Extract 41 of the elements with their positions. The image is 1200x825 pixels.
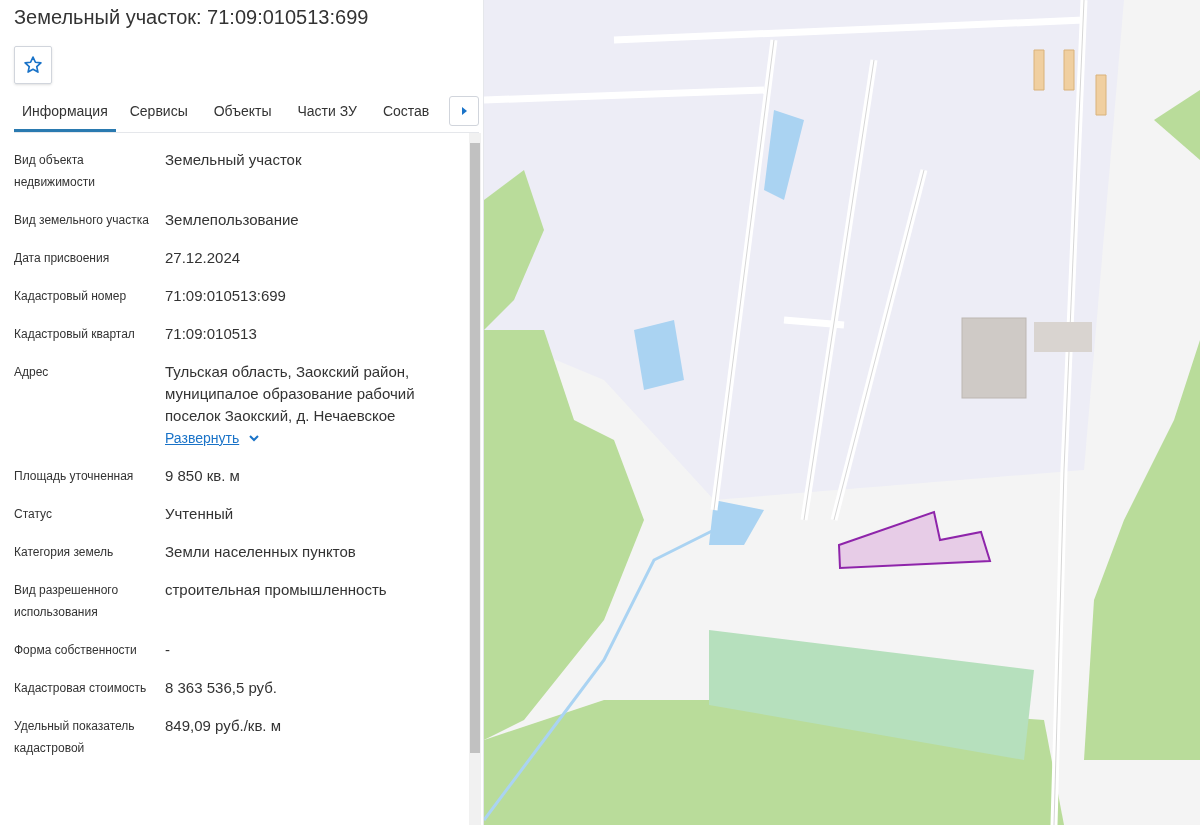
field-label: Кадастровая стоимость (14, 680, 148, 697)
scroll-tabs-button[interactable] (449, 96, 479, 126)
field-value: Тульская область, Заокский район, муниципалое образование рабочий поселок Заокский, д. Нечаевское (165, 362, 416, 426)
field-value: 9 850 кв. м (165, 466, 240, 486)
chevron-down-icon (249, 434, 260, 442)
caret-right-icon (461, 107, 467, 115)
field-label: Удельный показатель кадастровой (14, 718, 136, 757)
expand-link[interactable]: Развернуть (165, 427, 260, 449)
field-value: Землепользование (165, 210, 299, 230)
field-label: Категория земель (14, 544, 115, 561)
field-value: 71:09:010513 (165, 324, 257, 344)
field-value: Учтенный (165, 504, 234, 524)
panel-title: Земельный участок: 71:09:010513:699 (14, 5, 369, 30)
scrollbar-thumb[interactable] (470, 143, 480, 753)
field-value: 849,09 руб./кв. м (165, 716, 281, 736)
field-label: Адрес (14, 364, 50, 381)
field-value: - (165, 640, 170, 660)
field-label: Статус (14, 506, 53, 523)
field-label: Форма собственности (14, 642, 138, 659)
star-icon (23, 55, 43, 75)
field-label: Вид земельного участка (14, 212, 150, 229)
field-label: Кадастровый квартал (14, 326, 136, 343)
field-label: Площадь уточненная (14, 468, 135, 485)
field-value: Земли населенных пунктов (165, 542, 356, 562)
tab[interactable]: Части ЗУ (285, 94, 369, 132)
tab[interactable]: Состав (370, 94, 442, 132)
tab[interactable]: Сервисы (117, 94, 200, 132)
field-value: Земельный участок (165, 150, 302, 170)
field-value: 71:09:010513:699 (165, 286, 286, 306)
field-value: 8 363 536,5 руб. (165, 678, 277, 698)
field-label: Вид разрешенного использования (14, 582, 120, 621)
field-label: Дата присвоения (14, 250, 111, 267)
favorite-button[interactable] (14, 46, 52, 84)
tab[interactable]: Информация (14, 94, 116, 132)
field-label: Кадастровый номер (14, 288, 128, 305)
map-drawing[interactable] (484, 0, 1200, 825)
scrollbar[interactable] (469, 133, 481, 825)
tab[interactable]: Объекты (201, 94, 284, 132)
field-label: Вид объекта недвижимости (14, 152, 96, 191)
field-value: строительная промышленность (165, 580, 387, 600)
field-value: 27.12.2024 (165, 248, 241, 268)
